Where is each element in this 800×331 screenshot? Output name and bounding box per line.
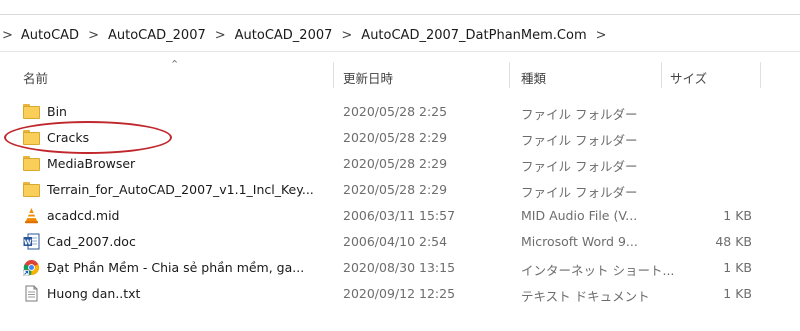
file-date: 2020/05/28 2:29	[343, 182, 448, 197]
sort-ascending-icon: ⌃	[170, 58, 180, 71]
file-size: 1 KB	[723, 286, 752, 301]
file-date: 2020/05/28 2:29	[343, 130, 448, 145]
folder-icon	[23, 181, 40, 198]
file-name: Cad_2007.doc	[47, 234, 136, 249]
folder-icon	[23, 103, 40, 120]
column-header-name[interactable]: 名前	[23, 68, 48, 87]
file-date: 2006/03/11 15:57	[343, 208, 456, 223]
chevron-right-icon[interactable]: >	[341, 28, 352, 43]
file-type: テキスト ドキュメント	[521, 289, 650, 304]
file-type: ファイル フォルダー	[521, 133, 638, 148]
file-date: 2020/08/30 13:15	[343, 260, 456, 275]
file-name: MediaBrowser	[47, 156, 136, 171]
list-item[interactable]: MediaBrowser 2020/05/28 2:29 ファイル フォルダー	[0, 151, 800, 177]
list-item[interactable]: W Cad_2007.doc 2006/04/10 2:54 Microsoft…	[0, 229, 800, 255]
file-type: ファイル フォルダー	[521, 185, 638, 200]
list-item[interactable]: Đạt Phần Mềm - Chia sẻ phần mềm, ga... 2…	[0, 255, 800, 281]
list-item[interactable]: Cracks 2020/05/28 2:29 ファイル フォルダー	[0, 125, 800, 151]
column-header-date[interactable]: 更新日時	[343, 68, 393, 87]
breadcrumb-item-autocad-2007-sub[interactable]: AutoCAD_2007	[235, 28, 333, 43]
file-date: 2020/05/28 2:25	[343, 104, 448, 119]
column-header-size[interactable]: サイズ	[670, 68, 707, 87]
file-type: ファイル フォルダー	[521, 159, 638, 174]
chevron-right-icon[interactable]: >	[2, 28, 13, 43]
column-divider[interactable]	[509, 62, 510, 88]
list-item[interactable]: Terrain_for_AutoCAD_2007_v1.1_Incl_Key..…	[0, 177, 800, 203]
folder-icon	[23, 129, 40, 146]
chevron-right-icon[interactable]: >	[596, 28, 607, 43]
file-name: Huong dan..txt	[47, 286, 141, 301]
file-type: MID Audio File (V...	[521, 208, 638, 223]
file-name: acadcd.mid	[47, 208, 120, 223]
column-header-type[interactable]: 種類	[521, 68, 546, 87]
column-divider[interactable]	[661, 62, 662, 88]
file-name: Bin	[47, 104, 67, 119]
file-size: 48 KB	[715, 234, 752, 249]
folder-icon	[23, 155, 40, 172]
column-divider[interactable]	[333, 62, 334, 88]
file-name: Đạt Phần Mềm - Chia sẻ phần mềm, ga...	[47, 260, 305, 275]
file-name: Terrain_for_AutoCAD_2007_v1.1_Incl_Key..…	[47, 182, 314, 197]
list-item[interactable]: acadcd.mid 2006/03/11 15:57 MID Audio Fi…	[0, 203, 800, 229]
vlc-cone-icon	[23, 207, 40, 224]
breadcrumb-item-autocad[interactable]: AutoCAD	[21, 28, 79, 43]
breadcrumb-item-autocad-2007[interactable]: AutoCAD_2007	[108, 28, 206, 43]
file-date: 2020/05/28 2:29	[343, 156, 448, 171]
file-type: Microsoft Word 9...	[521, 234, 638, 249]
file-list: Bin 2020/05/28 2:25 ファイル フォルダー Cracks 20…	[0, 99, 800, 307]
file-date: 2006/04/10 2:54	[343, 234, 448, 249]
column-header-row: ⌃ 名前 更新日時 種類 サイズ	[0, 58, 800, 90]
text-file-icon	[23, 285, 40, 302]
chevron-right-icon[interactable]: >	[215, 28, 226, 43]
svg-text:W: W	[24, 238, 32, 246]
file-type: ファイル フォルダー	[521, 107, 638, 122]
column-divider[interactable]	[760, 62, 761, 88]
breadcrumb-item-current-folder[interactable]: AutoCAD_2007_DatPhanMem.Com	[361, 28, 586, 43]
file-size: 1 KB	[723, 260, 752, 275]
breadcrumb: > AutoCAD > AutoCAD_2007 > AutoCAD_2007 …	[0, 26, 616, 44]
list-item[interactable]: Huong dan..txt 2020/09/12 12:25 テキスト ドキュ…	[0, 281, 800, 307]
chrome-shortcut-icon	[22, 259, 40, 277]
file-size: 1 KB	[723, 208, 752, 223]
file-name: Cracks	[47, 130, 90, 145]
file-date: 2020/09/12 12:25	[343, 286, 456, 301]
word-document-icon: W	[23, 233, 40, 250]
chevron-right-icon[interactable]: >	[88, 28, 99, 43]
list-item[interactable]: Bin 2020/05/28 2:25 ファイル フォルダー	[0, 99, 800, 125]
address-bar[interactable]: > AutoCAD > AutoCAD_2007 > AutoCAD_2007 …	[0, 14, 800, 52]
file-type: インターネット ショート...	[521, 263, 675, 278]
